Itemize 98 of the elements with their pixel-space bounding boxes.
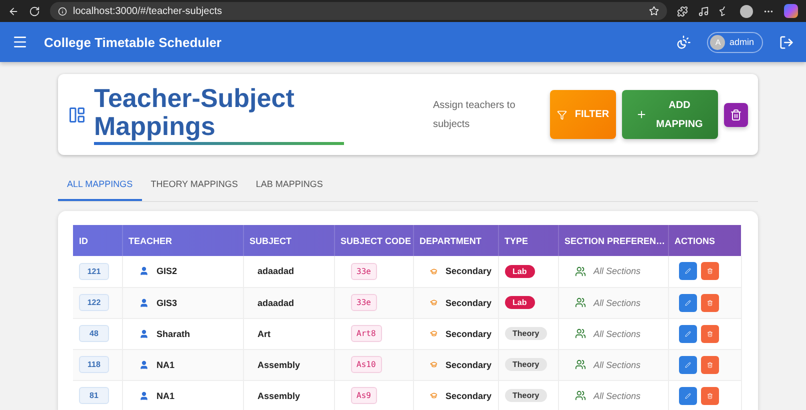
back-icon[interactable] xyxy=(8,6,19,16)
id-tag: 118 xyxy=(79,356,109,373)
type-chip: Lab xyxy=(504,296,535,309)
plus-icon xyxy=(636,109,646,120)
edit-button[interactable] xyxy=(678,294,696,312)
filter-icon xyxy=(556,110,567,120)
section-preference: All Sections xyxy=(594,360,641,370)
tab[interactable]: ALL MAPPINGS xyxy=(58,169,142,201)
logout-icon[interactable] xyxy=(779,34,794,50)
tab[interactable]: LAB MAPPINGS xyxy=(246,169,332,201)
edit-button[interactable] xyxy=(678,324,696,342)
type-chip: Lab xyxy=(504,264,535,278)
department-name: Secondary xyxy=(445,390,492,400)
trash-icon xyxy=(706,266,712,276)
section-preference: All Sections xyxy=(594,390,641,400)
type-chip: Theory xyxy=(504,389,548,402)
teacher-name: Sharath xyxy=(156,328,190,338)
info-icon[interactable] xyxy=(58,6,67,16)
menu-icon[interactable] xyxy=(12,34,28,50)
page-title: Teacher-Subject Mappings xyxy=(94,84,344,145)
group-icon xyxy=(574,297,586,308)
group-icon xyxy=(574,266,586,277)
id-tag: 81 xyxy=(79,387,109,404)
layout-icon xyxy=(68,106,86,124)
pencil-icon xyxy=(684,266,690,276)
delete-button[interactable] xyxy=(700,324,718,342)
tab[interactable]: THEORY MAPPINGS xyxy=(142,169,247,201)
delete-button[interactable] xyxy=(700,294,718,312)
section-preference: All Sections xyxy=(594,298,641,308)
id-tag: 121 xyxy=(79,262,109,280)
type-chip: Theory xyxy=(504,358,548,371)
filter-button[interactable]: FILTER xyxy=(550,90,616,139)
id-tag: 48 xyxy=(79,325,109,342)
group-icon xyxy=(574,390,586,401)
pencil-icon xyxy=(684,360,690,370)
pencil-icon xyxy=(684,298,690,308)
department-name: Secondary xyxy=(445,266,492,276)
trash-icon xyxy=(706,328,712,338)
section-preference: All Sections xyxy=(594,266,641,276)
type-chip: Theory xyxy=(504,327,548,340)
puzzle-icon[interactable] xyxy=(677,6,688,16)
trash-icon xyxy=(706,298,712,308)
subject-code: As10 xyxy=(350,356,382,373)
user-chip[interactable]: A admin xyxy=(707,32,763,52)
trash-icon xyxy=(730,108,742,120)
app-title: College Timetable Scheduler xyxy=(44,34,222,50)
delete-button[interactable] xyxy=(700,262,718,280)
subject-name: Assembly xyxy=(256,360,300,370)
edit-button[interactable] xyxy=(678,356,696,374)
address-bar[interactable]: localhost:3000/#/teacher-subjects xyxy=(50,2,667,20)
delete-button[interactable] xyxy=(700,386,718,404)
teacher-name: NA1 xyxy=(156,360,175,370)
graduation-cap-icon xyxy=(430,297,438,308)
subject-name: adaadad xyxy=(256,266,294,276)
user-avatar: A xyxy=(710,34,726,50)
user-name: admin xyxy=(729,37,754,47)
subject-code: 33e xyxy=(350,294,377,311)
graduation-cap-icon xyxy=(430,328,438,339)
trash-icon xyxy=(706,360,712,370)
page-subtitle: Assign teachers to subjects xyxy=(433,98,516,132)
star-icon[interactable] xyxy=(649,6,659,16)
pencil-icon xyxy=(684,328,690,338)
person-icon xyxy=(138,360,148,370)
subject-name: adaadad xyxy=(256,298,294,308)
add-mapping-button[interactable]: ADD MAPPING xyxy=(622,90,718,139)
subject-name: Assembly xyxy=(256,390,300,400)
person-icon xyxy=(138,328,148,338)
department-name: Secondary xyxy=(445,360,492,370)
teacher-name: NA1 xyxy=(156,390,175,400)
delete-button[interactable] xyxy=(700,356,718,374)
group-icon xyxy=(574,359,586,370)
id-tag: 122 xyxy=(79,294,109,311)
teacher-name: GIS3 xyxy=(156,298,178,308)
music-icon[interactable] xyxy=(698,6,709,16)
subject-code: 33e xyxy=(350,262,377,280)
delete-button[interactable] xyxy=(724,102,748,126)
pencil-icon xyxy=(684,390,690,400)
reload-icon[interactable] xyxy=(29,6,40,16)
section-preference: All Sections xyxy=(594,328,641,338)
trash-icon xyxy=(706,390,712,400)
department-name: Secondary xyxy=(445,328,492,338)
teacher-name: GIS2 xyxy=(156,266,178,276)
url-text: localhost:3000/#/teacher-subjects xyxy=(73,6,223,16)
group-icon xyxy=(574,328,586,339)
copilot-icon[interactable] xyxy=(784,4,798,18)
department-name: Secondary xyxy=(445,298,492,308)
graduation-cap-icon xyxy=(430,359,438,370)
theme-toggle-icon[interactable] xyxy=(676,34,692,50)
profile-avatar[interactable] xyxy=(740,4,753,18)
person-icon xyxy=(138,298,148,308)
subject-code: Art8 xyxy=(350,325,382,342)
subject-name: Art xyxy=(256,328,270,338)
person-icon xyxy=(138,390,148,400)
subject-code: As9 xyxy=(350,387,377,404)
person-icon xyxy=(138,266,148,276)
edit-button[interactable] xyxy=(678,386,696,404)
graduation-cap-icon xyxy=(430,390,438,401)
edit-button[interactable] xyxy=(678,262,696,280)
